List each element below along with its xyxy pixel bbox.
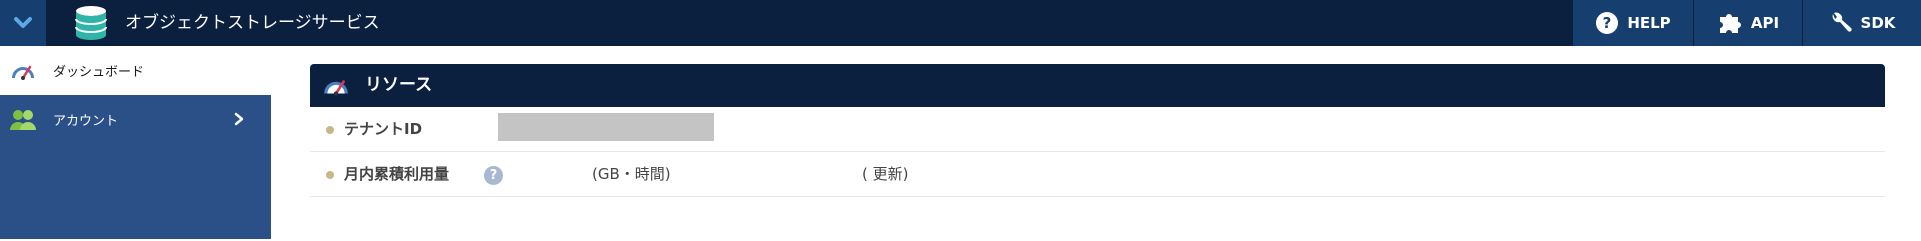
- speedometer-icon: [324, 80, 348, 96]
- chevron-right-icon: [234, 112, 244, 126]
- storage-logo-icon: [75, 6, 107, 40]
- api-label: API: [1750, 14, 1780, 32]
- sidebar: ダッシュボード アカウント: [0, 46, 271, 239]
- monthly-usage-label: 月内累積利用量: [344, 165, 450, 183]
- usage-unit: (GB・時間): [592, 165, 671, 183]
- sdk-button[interactable]: SDK: [1803, 0, 1921, 46]
- sidebar-item-label: ダッシュボード: [53, 65, 145, 80]
- bullet: [326, 171, 334, 179]
- top-bar: オブジェクトストレージサービス ? HELP API SDK: [0, 0, 1921, 46]
- question-circle-icon: ?: [1596, 12, 1619, 34]
- tenant-id-value-redacted: [498, 113, 714, 141]
- monthly-usage-row: 月内累積利用量 ? (GB・時間) ( 更新): [310, 152, 1885, 197]
- sdk-label: SDK: [1860, 14, 1896, 32]
- usage-update-time: ( 更新): [862, 165, 909, 183]
- help-label: HELP: [1627, 14, 1671, 32]
- tenant-id-label: テナントID: [344, 120, 423, 138]
- question-circle-icon[interactable]: ?: [484, 166, 503, 185]
- app-title: オブジェクトストレージサービス: [125, 13, 380, 33]
- bullet: [326, 126, 334, 134]
- puzzle-icon: [1719, 14, 1741, 33]
- sidebar-item-account[interactable]: アカウント: [0, 95, 271, 144]
- resource-panel: リソース テナントID 月内累積利用量 ? (GB・時間) ( 更新): [310, 64, 1885, 197]
- sidebar-item-label: アカウント: [53, 114, 119, 129]
- users-icon: [10, 110, 36, 130]
- chevron-down-icon: [14, 17, 32, 28]
- tenant-id-row: テナントID: [310, 107, 1885, 152]
- panel-header: リソース: [310, 64, 1885, 107]
- wrench-icon: [1832, 12, 1852, 32]
- help-button[interactable]: ? HELP: [1573, 0, 1693, 46]
- menu-toggle-button[interactable]: [0, 0, 46, 46]
- speedometer-icon: [12, 65, 34, 80]
- sidebar-item-dashboard[interactable]: ダッシュボード: [0, 46, 271, 95]
- api-button[interactable]: API: [1694, 0, 1802, 46]
- panel-title: リソース: [365, 75, 433, 95]
- svg-text:?: ?: [1603, 14, 1612, 32]
